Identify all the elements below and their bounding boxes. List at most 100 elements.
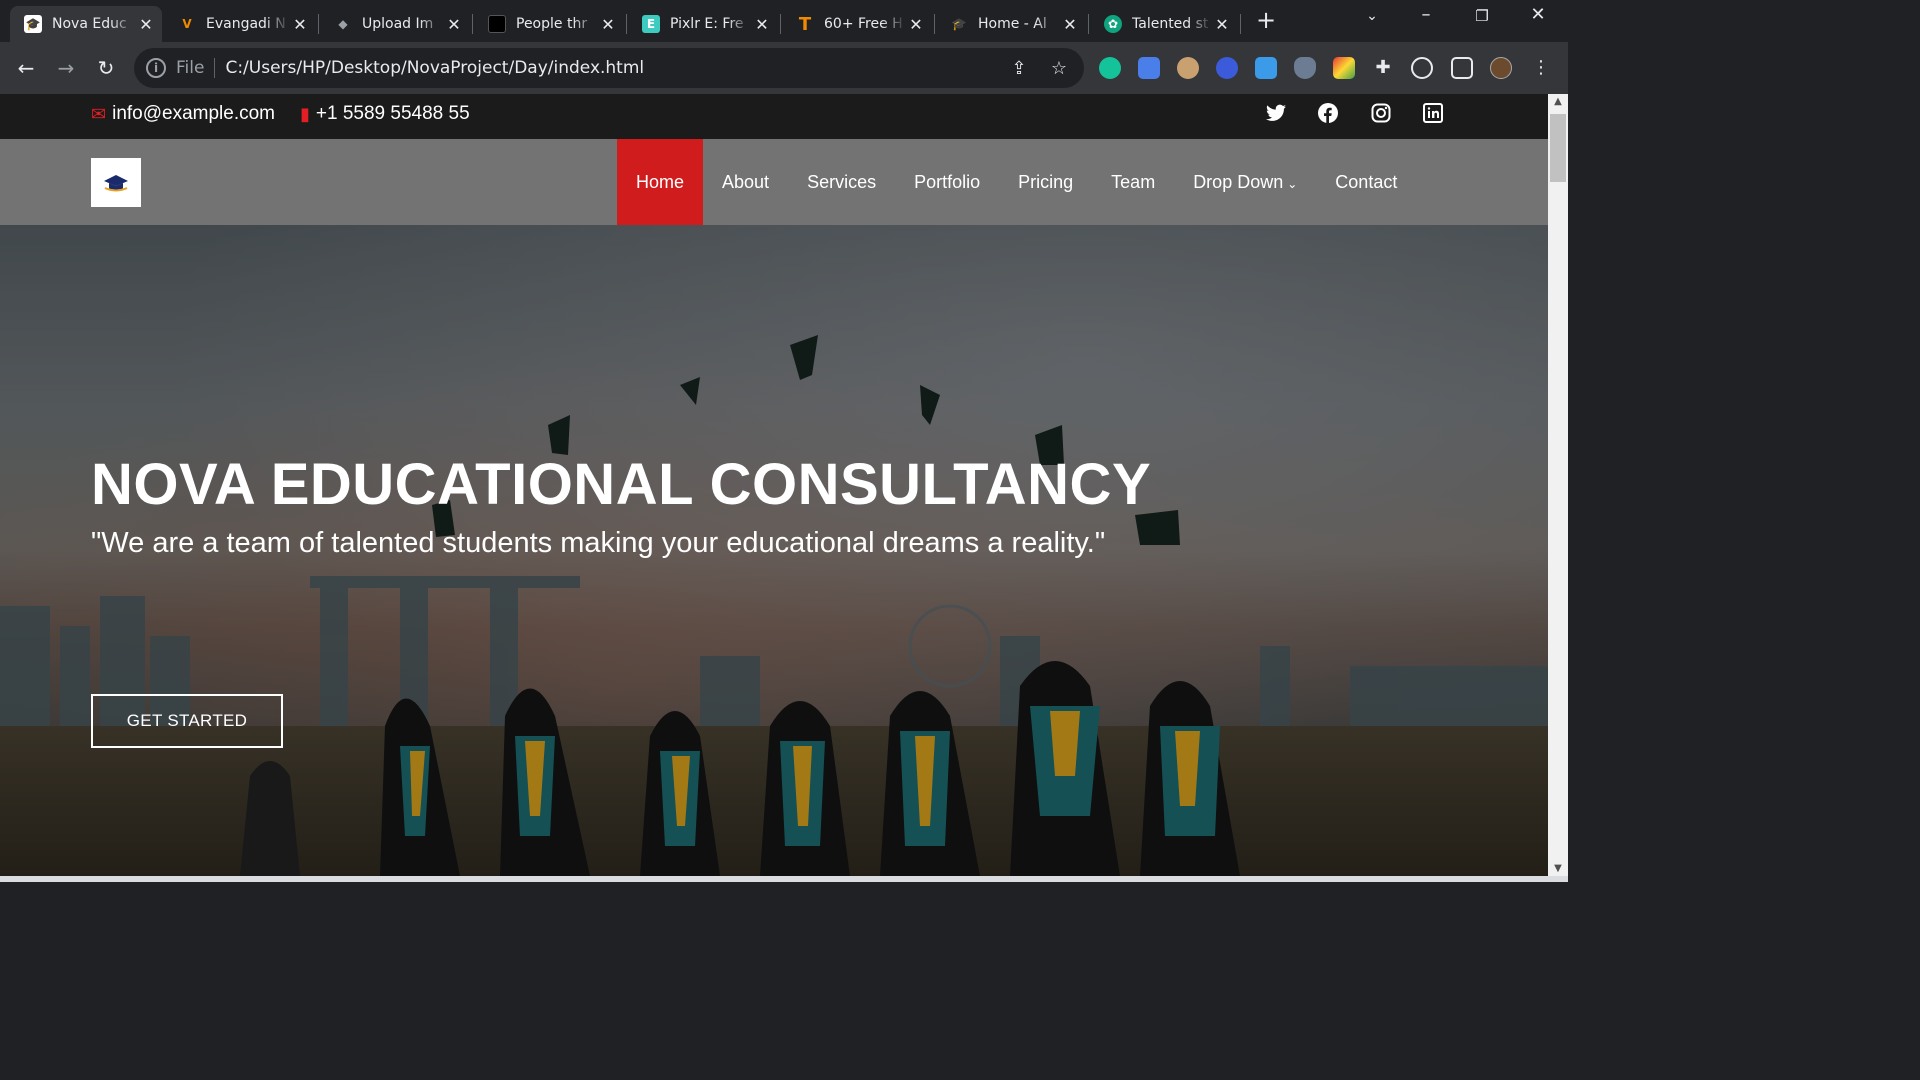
tab-divider [780,14,781,34]
close-tab-icon[interactable]: ✕ [752,15,772,34]
reader-icon[interactable] [1255,57,1277,79]
hero-section: NOVA EDUCATIONAL CONSULTANCY "We are a t… [0,225,1548,876]
nav-contact[interactable]: Contact [1316,139,1416,225]
avatar[interactable] [1490,57,1512,79]
new-tab-icon[interactable]: + [1254,8,1278,32]
tab-title: 60+ Free H [824,16,903,32]
browser-tab[interactable]: ✿ Talented st ✕ [1090,6,1238,42]
chevron-down-icon: ⌄ [1287,177,1298,191]
nav-dropdown[interactable]: Drop Down ⌄ [1174,139,1316,225]
side-panel-icon[interactable] [1451,57,1473,79]
performance-icon[interactable] [1411,57,1433,79]
close-tab-icon[interactable]: ✕ [598,15,618,34]
close-tab-icon[interactable]: ✕ [290,15,310,34]
browser-tab[interactable]: E Pixlr E: Fre ✕ [628,6,778,42]
graduation-cap-icon: 🎓 [951,17,967,31]
scroll-down-icon[interactable]: ▼ [1552,863,1564,874]
browser-tab[interactable]: V Evangadi N ✕ [164,6,316,42]
nav-home[interactable]: Home [617,139,704,225]
layers-icon: ◆ [338,17,348,31]
browser-tab[interactable]: People thr ✕ [474,6,624,42]
close-tab-icon[interactable]: ✕ [444,15,464,34]
chatgpt-icon: ✿ [1104,15,1122,33]
minimize-icon[interactable]: – [1406,4,1446,25]
grammarly-icon[interactable] [1099,57,1121,79]
scrollbar-thumb[interactable] [1550,114,1566,182]
site-header: Home About Services Portfolio Pricing Te… [0,139,1548,225]
close-tab-icon[interactable]: ✕ [906,15,926,34]
graduation-cap-icon [104,174,128,191]
extension-icon[interactable] [1177,57,1199,79]
puzzle-icon[interactable]: ✚ [1372,57,1394,79]
nav-about[interactable]: About [703,139,788,225]
phone-icon: ▮ [300,103,310,124]
browser-tab[interactable]: 🎓 Home - Al ✕ [936,6,1086,42]
site-topbar: ✉ info@example.com ▮ +1 5589 55488 55 [0,94,1548,139]
tab-divider [318,14,319,34]
forward-icon[interactable]: → [52,54,80,82]
window-bottom-edge [0,876,1568,882]
tab-title: People thr [516,16,588,32]
back-icon[interactable]: ← [12,54,40,82]
tab-divider [472,14,473,34]
nav-dropdown-label: Drop Down [1193,172,1284,192]
tab-search-icon[interactable]: ⌄ [1352,8,1392,24]
phone-contact: ▮ +1 5589 55488 55 [300,103,470,125]
close-tab-icon[interactable]: ✕ [1212,15,1232,34]
tab-title: Nova Educ [52,16,127,32]
envelope-icon: ✉ [91,103,107,124]
menu-dots-icon[interactable]: ⋮ [1530,57,1552,79]
reload-icon[interactable]: ↻ [92,54,120,82]
tab-divider [626,14,627,34]
tab-divider [1088,14,1089,34]
address-bar[interactable]: i File C:/Users/HP/Desktop/NovaProject/D… [134,48,1084,88]
nav-team[interactable]: Team [1092,139,1174,225]
phone-text: +1 5589 55488 55 [315,103,470,124]
unsplash-icon [488,15,506,33]
linkedin-icon[interactable] [1420,103,1446,129]
facebook-icon[interactable] [1315,103,1341,129]
scroll-up-icon[interactable]: ▲ [1552,96,1564,107]
tab-divider [1240,14,1241,34]
instagram-icon[interactable] [1368,103,1394,129]
browser-tab[interactable]: ◆ Upload Im ✕ [320,6,470,42]
tab-title: Home - Al [978,16,1047,32]
info-icon[interactable]: i [146,58,166,78]
site-logo[interactable] [91,158,141,207]
page-viewport: ✉ info@example.com ▮ +1 5589 55488 55 Ho… [0,94,1548,876]
google-translate-icon[interactable] [1138,57,1160,79]
share-icon[interactable]: ⇪ [1004,58,1034,79]
browser-tab[interactable]: 🎓 Nova Educ ✕ [10,6,162,42]
hero-subtitle: "We are a team of talented students maki… [91,527,1106,559]
twitter-icon[interactable] [1263,103,1289,129]
url-text[interactable]: C:/Users/HP/Desktop/NovaProject/Day/inde… [225,58,1004,78]
t-letter-icon: T [798,13,812,35]
browser-tab[interactable]: T 60+ Free H ✕ [782,6,932,42]
close-tab-icon[interactable]: ✕ [1060,15,1080,34]
evangadi-icon: V [182,17,192,31]
scrollbar[interactable]: ▲ ▼ [1548,94,1568,876]
shield-icon[interactable] [1294,57,1316,79]
scheme-label: File [176,58,216,78]
tab-title: Talented st [1132,16,1209,32]
close-tab-icon[interactable]: ✕ [136,15,156,34]
email-text[interactable]: info@example.com [112,103,275,125]
get-started-button[interactable]: GET STARTED [91,694,283,748]
main-nav: Home About Services Portfolio Pricing Te… [617,139,1416,225]
browser-toolbar: ← → ↻ i File C:/Users/HP/Desktop/NovaPro… [0,42,1568,94]
restore-icon[interactable]: ❐ [1462,7,1502,25]
tab-divider [934,14,935,34]
bookmark-star-icon[interactable]: ☆ [1044,58,1074,79]
tab-title: Evangadi N [206,16,286,32]
email-contact[interactable]: ✉ info@example.com [91,103,275,125]
extension-icon[interactable] [1216,57,1238,79]
nav-services[interactable]: Services [788,139,895,225]
extension-icon[interactable] [1333,57,1355,79]
nav-pricing[interactable]: Pricing [999,139,1092,225]
tab-strip: 🎓 Nova Educ ✕ V Evangadi N ✕ ◆ Upload Im… [0,0,1568,42]
nav-portfolio[interactable]: Portfolio [895,139,999,225]
graduation-cap-icon: 🎓 [24,15,42,33]
tab-title: Pixlr E: Fre [670,16,744,32]
hero-title: NOVA EDUCATIONAL CONSULTANCY [91,452,1152,517]
close-window-icon[interactable]: ✕ [1518,4,1558,25]
